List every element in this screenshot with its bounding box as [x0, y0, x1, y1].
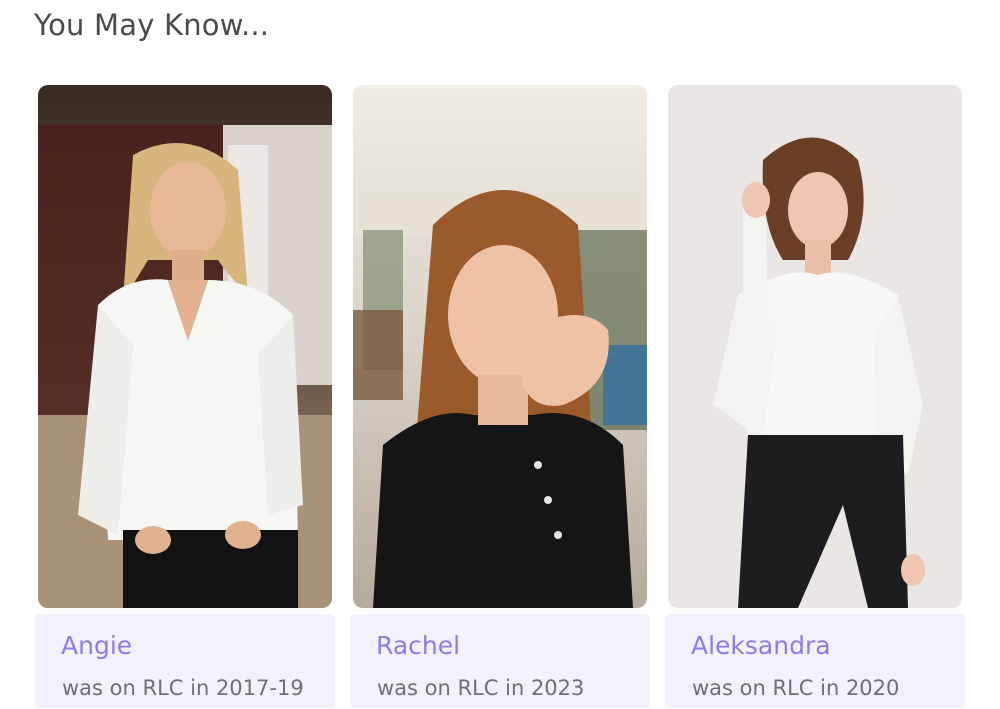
profile-name-link[interactable]: Rachel	[376, 631, 460, 660]
profile-status: was on RLC in 2020	[692, 676, 900, 700]
profile-status: was on RLC in 2023	[377, 676, 585, 700]
profile-photo-image	[668, 85, 962, 608]
section-title: You May Know...	[34, 8, 270, 42]
profile-name-link[interactable]: Aleksandra	[691, 631, 831, 660]
profile-photo-image	[353, 85, 647, 608]
profile-photo[interactable]	[38, 85, 332, 608]
profile-card-footer: Angie was on RLC in 2017-19	[35, 614, 335, 708]
profile-card-footer: Aleksandra was on RLC in 2020	[665, 614, 965, 708]
profile-card-aleksandra[interactable]: Aleksandra was on RLC in 2020	[665, 84, 965, 708]
profile-photo[interactable]	[668, 85, 962, 608]
profile-card-footer: Rachel was on RLC in 2023	[350, 614, 650, 708]
profile-status: was on RLC in 2017-19	[62, 676, 304, 700]
profile-card-rachel[interactable]: Rachel was on RLC in 2023	[350, 84, 650, 708]
you-may-know-section: You May Know... Angie was on RLC in 2017…	[0, 0, 1000, 709]
profile-photo-image	[38, 85, 332, 608]
profile-photo[interactable]	[353, 85, 647, 608]
profile-name-link[interactable]: Angie	[61, 631, 132, 660]
profile-card-angie[interactable]: Angie was on RLC in 2017-19	[35, 84, 335, 708]
